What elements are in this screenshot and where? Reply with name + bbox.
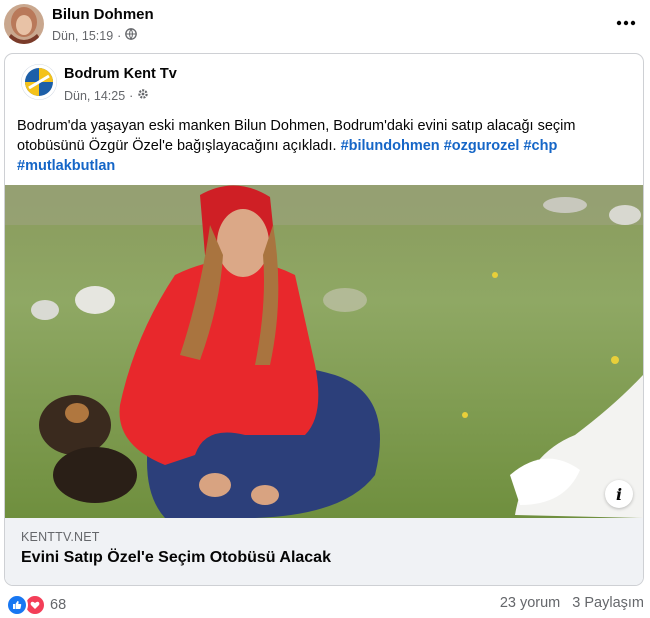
- shared-post-meta: Dün, 14:25 ·: [64, 88, 149, 103]
- post-meta: Dün, 15:19 ·: [52, 28, 138, 43]
- more-dots-icon: [616, 20, 636, 26]
- shared-post-time[interactable]: Dün, 14:25: [64, 89, 125, 103]
- more-options-button[interactable]: [614, 12, 638, 34]
- hashtag-link[interactable]: #ozgurozel: [444, 138, 520, 154]
- hashtag-link[interactable]: #bilundohmen: [341, 138, 440, 154]
- hashtag-link[interactable]: #chp: [523, 138, 557, 154]
- author-name[interactable]: Bilun Dohmen: [52, 6, 154, 23]
- post-time[interactable]: Dün, 15:19: [52, 29, 113, 43]
- page-name[interactable]: Bodrum Kent Tv: [64, 66, 177, 82]
- info-button[interactable]: i: [605, 480, 633, 508]
- post-text: Bodrum'da yaşayan eski manken Bilun Dohm…: [17, 116, 632, 176]
- like-icon: [6, 594, 28, 616]
- info-icon: i: [615, 484, 623, 504]
- link-preview[interactable]: KENTTV.NET Evini Satıp Özel'e Seçim Otob…: [5, 518, 643, 585]
- reaction-summary[interactable]: 68: [6, 594, 66, 616]
- author-avatar[interactable]: [4, 4, 44, 44]
- link-title[interactable]: Evini Satıp Özel'e Seçim Otobüsü Alacak: [21, 549, 331, 567]
- gear-icon: [137, 88, 149, 103]
- comment-count[interactable]: 23 yorum: [500, 595, 560, 611]
- page-logo[interactable]: [21, 64, 57, 100]
- link-domain: KENTTV.NET: [21, 530, 100, 544]
- meta-separator: ·: [117, 28, 122, 43]
- post-photo[interactable]: i: [5, 185, 643, 518]
- post-stats: 23 yorum 3 Paylaşım: [500, 595, 644, 611]
- shared-post-card: Bodrum Kent Tv Dün, 14:25 · Bodrum'da ya…: [4, 53, 644, 586]
- meta-separator: ·: [129, 88, 134, 103]
- globe-icon: [125, 28, 138, 43]
- share-count[interactable]: 3 Paylaşım: [572, 595, 644, 611]
- hashtag-link[interactable]: #mutlakbutlan: [17, 158, 115, 174]
- reaction-count: 68: [50, 597, 67, 613]
